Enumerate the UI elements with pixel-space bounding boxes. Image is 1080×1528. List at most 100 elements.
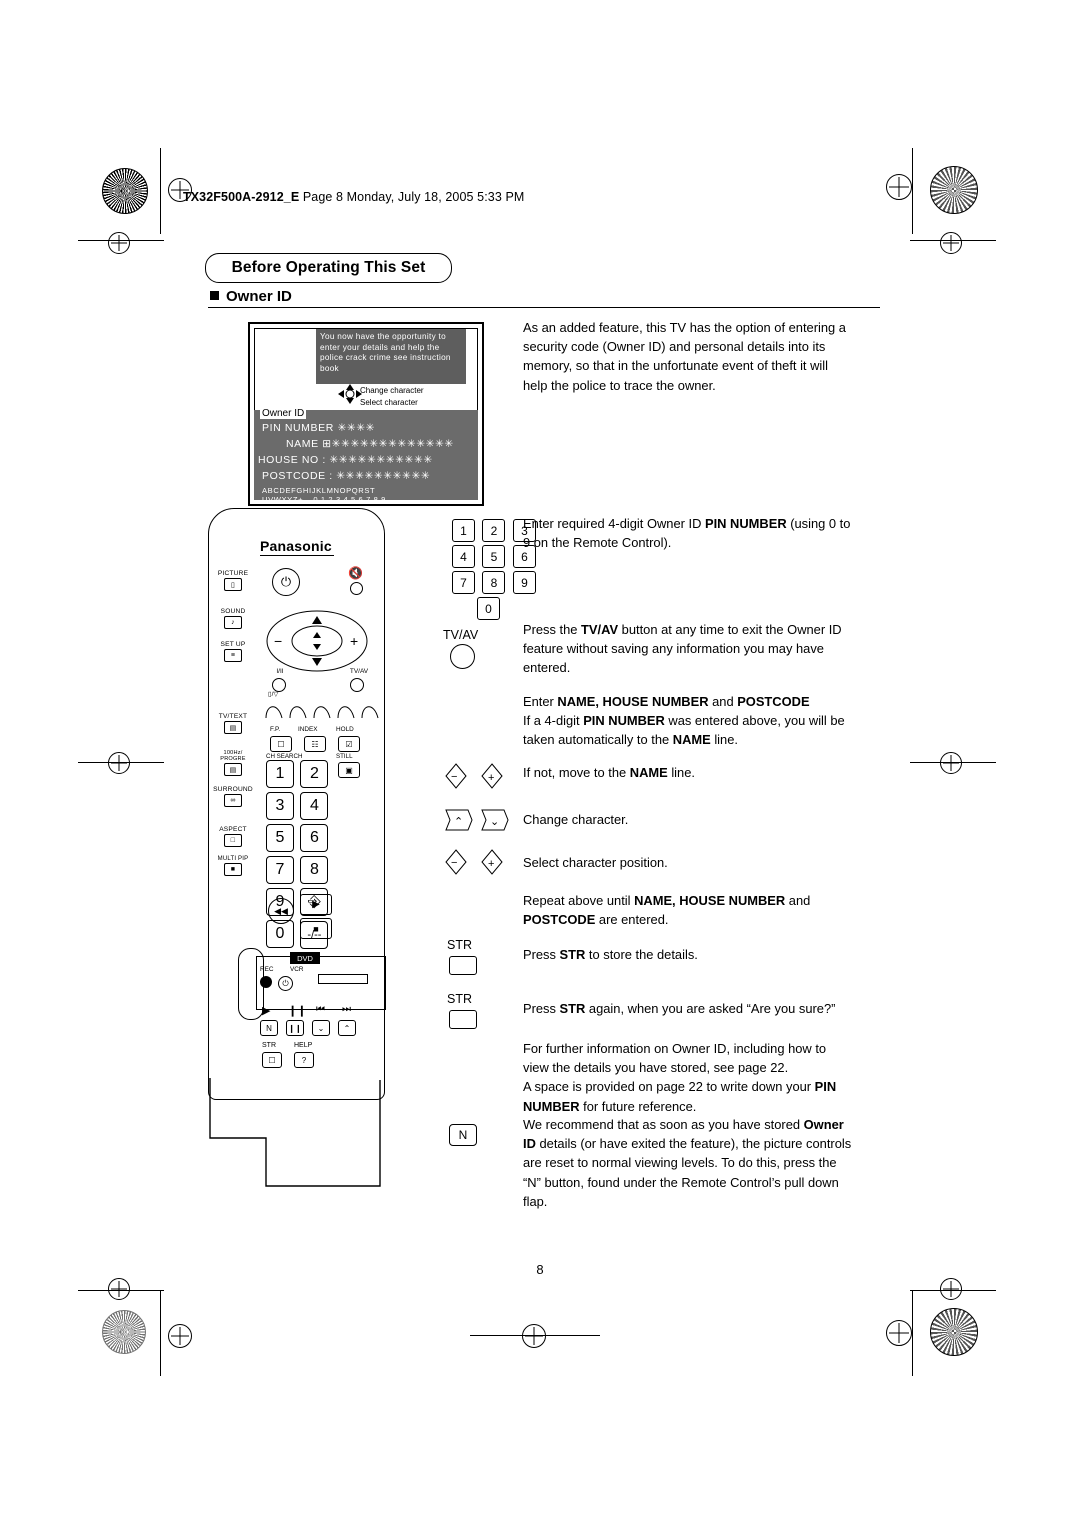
callout-key-5: 5 bbox=[482, 545, 506, 568]
body-text: memory, so that in the unfortunate event… bbox=[523, 358, 828, 374]
chsearch-label: CH SEARCH bbox=[266, 753, 303, 760]
body-text: line. bbox=[667, 765, 695, 780]
emphasis-text: POSTCODE bbox=[523, 912, 596, 928]
osd-owner-id-label: Owner ID bbox=[260, 408, 307, 419]
color-target bbox=[930, 166, 978, 214]
text-line: flap. bbox=[523, 1192, 881, 1211]
sidebar-item-picture-label: PICTURE bbox=[217, 570, 249, 577]
sidebar-item-multipip: MULTI PIP ■ bbox=[213, 856, 253, 876]
help-label-remote: HELP bbox=[294, 1042, 313, 1049]
text-line: As an added feature, this TV has the opt… bbox=[523, 318, 881, 337]
callout-key-2: 2 bbox=[482, 519, 506, 542]
body-text: for future reference. bbox=[579, 1098, 697, 1114]
standby-button: ⏻ bbox=[278, 976, 293, 991]
remote-key-6: 6 bbox=[300, 824, 329, 852]
osd-row-pin: PIN NUMBER ✳✳✳✳ bbox=[262, 422, 376, 434]
still-label: STILL bbox=[336, 753, 353, 760]
emphasis-text: PIN NUMBER bbox=[583, 713, 665, 729]
text-line: taken automatically to the NAME line. bbox=[523, 730, 881, 749]
text-line: If not, move to the NAME line. bbox=[523, 763, 881, 782]
color-target bbox=[102, 168, 148, 214]
registration-mark bbox=[940, 232, 962, 254]
svg-text:−: − bbox=[451, 857, 457, 869]
body-text: Change character. bbox=[523, 812, 629, 827]
paragraph-select: Select character position. bbox=[523, 853, 881, 872]
crop-line bbox=[160, 148, 161, 234]
svg-text:+: + bbox=[488, 772, 494, 784]
down-button: ⌄ bbox=[312, 1020, 330, 1036]
body-text: (using 0 to bbox=[786, 516, 851, 531]
section-heading: Owner ID bbox=[210, 288, 292, 305]
power-button: ⏻ bbox=[272, 568, 300, 596]
remote-key-2: 2 bbox=[300, 760, 329, 788]
rewind-button: ◀◀ bbox=[268, 898, 294, 924]
registration-mark bbox=[108, 752, 130, 774]
i-ii-label: I/II bbox=[276, 668, 284, 675]
registration-mark bbox=[108, 232, 130, 254]
crop-line bbox=[160, 1290, 161, 1376]
text-line: Select character position. bbox=[523, 853, 881, 872]
body-text: and bbox=[708, 694, 738, 709]
remote-key-3: 3 bbox=[266, 792, 294, 820]
emphasis-text: PIN bbox=[814, 1079, 837, 1095]
callout-tvav-label: TV/AV bbox=[443, 628, 479, 642]
sidebar-item-tvtext: TV/TEXT ▤ bbox=[213, 713, 253, 734]
sidebar-item-surround-label: SURROUND bbox=[213, 786, 253, 793]
emphasis-text: POSTCODE bbox=[737, 694, 810, 709]
paragraph-move: If not, move to the NAME line. bbox=[523, 763, 881, 782]
sidebar-item-100hz: 100Hz/ PROGRE ▤ bbox=[213, 750, 253, 776]
callout-left-right-keys-2: − + bbox=[445, 849, 503, 875]
body-text: Press bbox=[523, 947, 560, 962]
osd-row-postcode: POSTCODE : ✳✳✳✳✳✳✳✳✳✳ bbox=[262, 470, 431, 482]
paragraph-str1: Press STR to store the details. bbox=[523, 945, 881, 964]
bullet-square-icon bbox=[210, 291, 219, 300]
text-line: Press STR to store the details. bbox=[523, 945, 881, 964]
stop-button: ■ bbox=[300, 918, 332, 939]
callout-tvav-button bbox=[450, 644, 475, 669]
sound-icon: ♪ bbox=[224, 616, 242, 629]
crop-line bbox=[912, 1290, 913, 1376]
callout-str-button-2 bbox=[449, 1010, 477, 1029]
index-button: ☷ bbox=[304, 736, 326, 752]
callout-key-8: 8 bbox=[482, 571, 506, 594]
mute-icon: 🔇 bbox=[348, 566, 363, 580]
osd-charset-line-1: ABCDEFGHIJKLMNOPQRST bbox=[262, 486, 376, 495]
emphasis-text: NUMBER bbox=[523, 1098, 580, 1114]
osd-screen-illustration: You now have the opportunity to enter yo… bbox=[248, 322, 484, 506]
body-text: If a 4-digit bbox=[523, 713, 584, 729]
sidebar-item-aspect: ASPECT □ bbox=[213, 826, 253, 847]
sidebar-item-tvtext-label: TV/TEXT bbox=[218, 713, 248, 720]
prev-icon: ⏮ bbox=[316, 1004, 325, 1015]
tvav-button bbox=[350, 678, 364, 692]
sidebar-item-picture: PICTURE ▯ bbox=[213, 570, 253, 591]
paragraph-tvav: Press the TV/AV button at any time to ex… bbox=[523, 620, 881, 678]
tvtext-icon: ▤ bbox=[224, 721, 242, 734]
text-line: “N” button, found under the Remote Contr… bbox=[523, 1173, 881, 1192]
emphasis-text: STR bbox=[559, 1001, 586, 1016]
sidebar-item-setup: SET UP ≡ bbox=[213, 641, 253, 662]
svg-text:−: − bbox=[451, 771, 457, 783]
body-text: Enter required 4-digit Owner ID bbox=[523, 516, 705, 531]
picture-icon: ▯ bbox=[224, 578, 242, 591]
body-text: 9 on the Remote Control). bbox=[523, 535, 672, 551]
body-text: help the police to trace the owner. bbox=[523, 377, 716, 393]
callout-str-button-1 bbox=[449, 956, 477, 975]
dvd-label: DVD bbox=[290, 952, 320, 964]
crop-line bbox=[912, 148, 913, 234]
svg-text:+: + bbox=[350, 633, 358, 649]
emphasis-text: NAME, HOUSE NUMBER bbox=[557, 694, 709, 709]
osd-field-panel: PIN NUMBER ✳✳✳✳ NAME ⊞✳✳✳✳✳✳✳✳✳✳✳✳✳ HOUS… bbox=[254, 410, 478, 504]
osd-legend-select: Select character bbox=[360, 398, 418, 407]
registration-mark bbox=[940, 752, 962, 774]
remote-key-5: 5 bbox=[266, 824, 294, 852]
function-key-arc bbox=[265, 706, 379, 719]
body-text: entered. bbox=[523, 660, 571, 676]
brand-logo: Panasonic bbox=[260, 538, 334, 556]
pause-button: ❙❙ bbox=[286, 1020, 304, 1036]
up-button: ⌃ bbox=[338, 1020, 356, 1036]
osd-row-name: NAME ⊞✳✳✳✳✳✳✳✳✳✳✳✳✳ bbox=[286, 438, 454, 450]
deck-slot bbox=[318, 974, 368, 984]
body-text: We recommend that as soon as you have st… bbox=[523, 1117, 804, 1132]
text-line: view the details you have stored, see pa… bbox=[523, 1058, 881, 1077]
body-text: taken automatically to the bbox=[523, 732, 673, 748]
